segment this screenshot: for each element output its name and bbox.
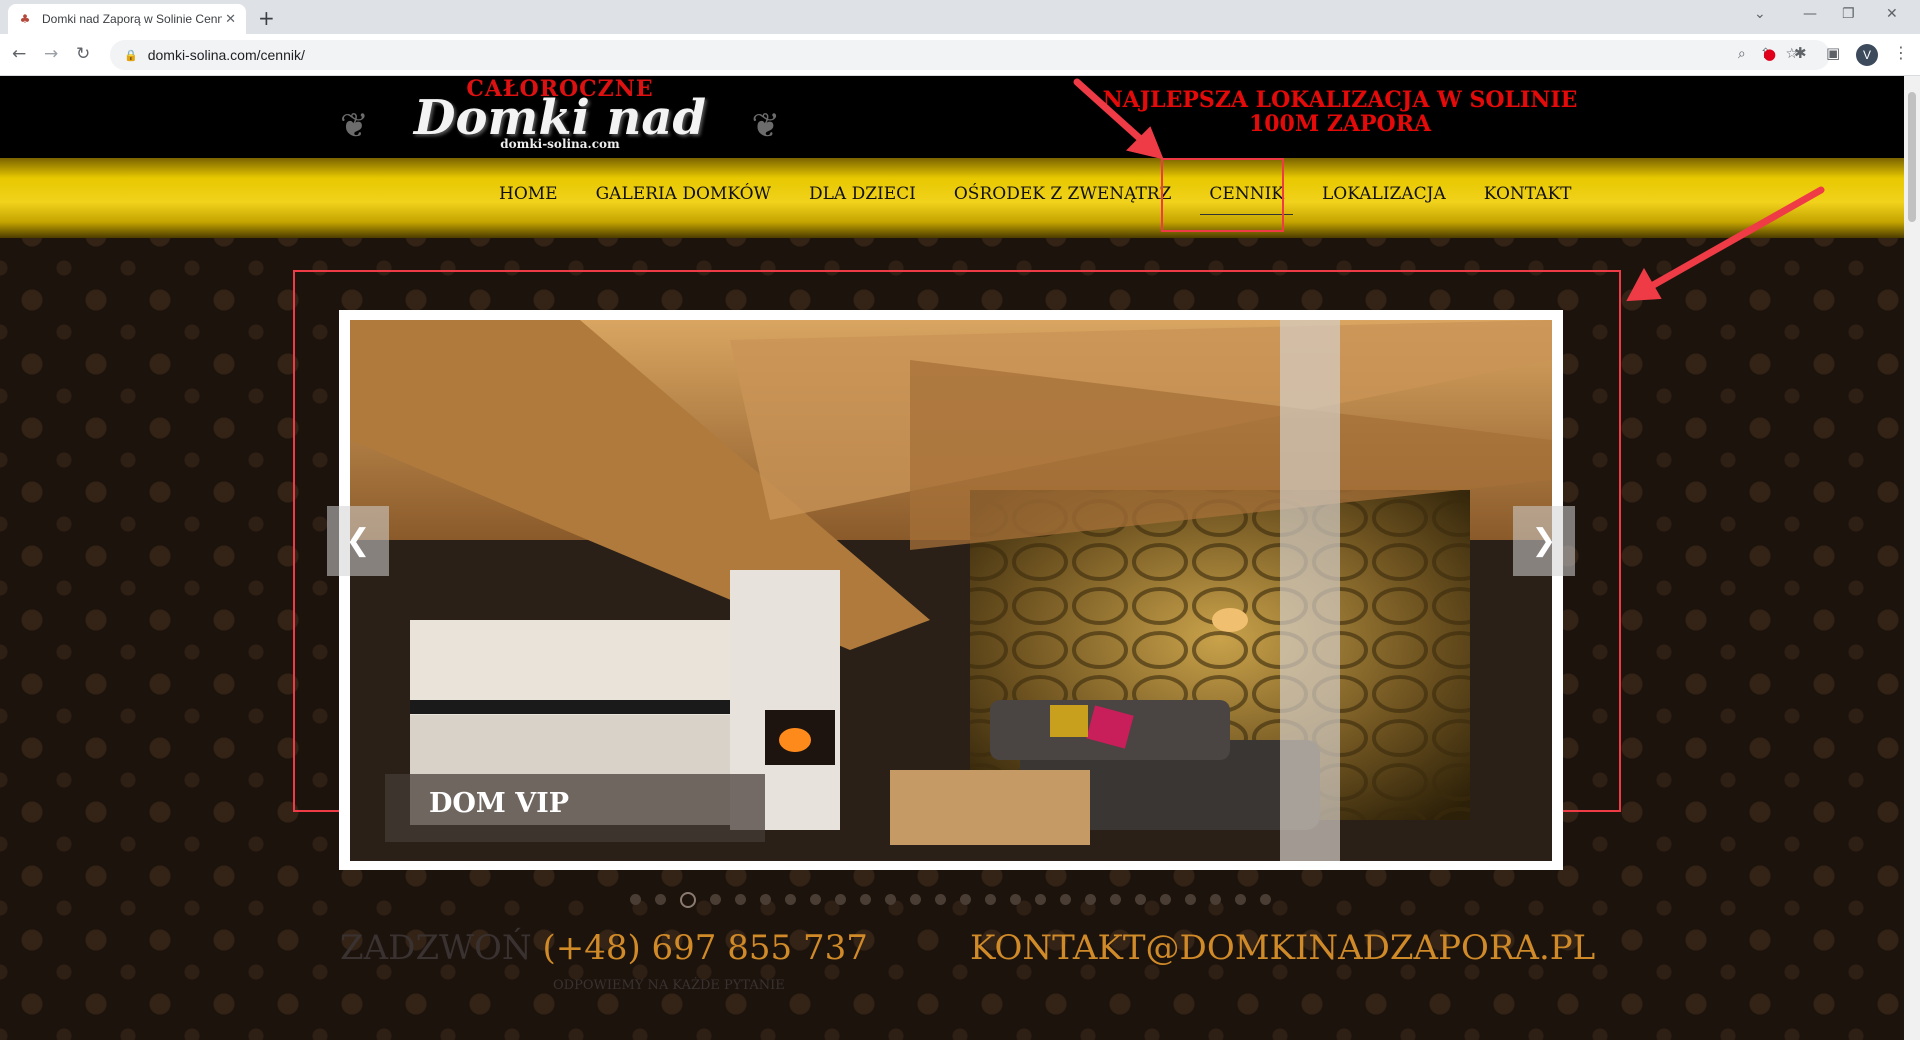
browser-toolbar: ← → ↻ 🔒 domki-solina.com/cennik/ ⌕⇪☆ (0, 34, 1920, 76)
url-text[interactable]: domki-solina.com/cennik/ (148, 47, 305, 63)
tab-close-icon[interactable]: ✕ (225, 12, 236, 27)
back-icon[interactable]: ← (12, 44, 26, 64)
annotation-arrow-cennik (1073, 78, 1150, 148)
new-tab-button[interactable]: + (258, 6, 275, 30)
annotation-arrows (1073, 78, 1825, 302)
address-bar[interactable]: 🔒 domki-solina.com/cennik/ ⌕⇪☆ (110, 40, 1830, 70)
close-window-icon[interactable]: ✕ (1886, 6, 1898, 22)
tab-search-chevron-icon[interactable]: ⌄ (1754, 6, 1766, 22)
lock-icon[interactable]: 🔒 (124, 49, 138, 62)
site-favicon-icon: ♣ (19, 12, 31, 26)
forward-icon[interactable]: → (44, 44, 58, 64)
page-viewport: ❦ ❦ CAŁOROCZNE Domki nad zaporą domki-so… (0, 76, 1904, 1040)
browser-tab-bar: ♣ Domki nad Zaporą w Solinie Cennik ✕ + … (0, 0, 1920, 34)
zoom-icon[interactable]: ⌕ (1738, 46, 1760, 62)
tab-title: Domki nad Zaporą w Solinie Cennik (42, 12, 222, 26)
browser-tab[interactable]: ♣ Domki nad Zaporą w Solinie Cennik ✕ (8, 4, 246, 34)
reload-icon[interactable]: ↻ (76, 44, 90, 64)
scrollbar-thumb[interactable] (1908, 92, 1916, 222)
annotation-arrow-slider (1644, 186, 1825, 292)
side-panel-icon[interactable]: ▣ (1826, 44, 1840, 62)
restore-icon[interactable]: ❐ (1842, 6, 1855, 22)
extensions-puzzle-icon[interactable]: ✱ (1794, 44, 1807, 62)
browser-menu-icon[interactable]: ⋮ (1893, 43, 1909, 62)
minimize-icon[interactable]: — (1803, 6, 1817, 22)
profile-avatar[interactable]: V (1856, 44, 1878, 66)
opera-extension-icon[interactable]: ● (1763, 45, 1776, 63)
page-scrollbar[interactable] (1904, 76, 1920, 1040)
